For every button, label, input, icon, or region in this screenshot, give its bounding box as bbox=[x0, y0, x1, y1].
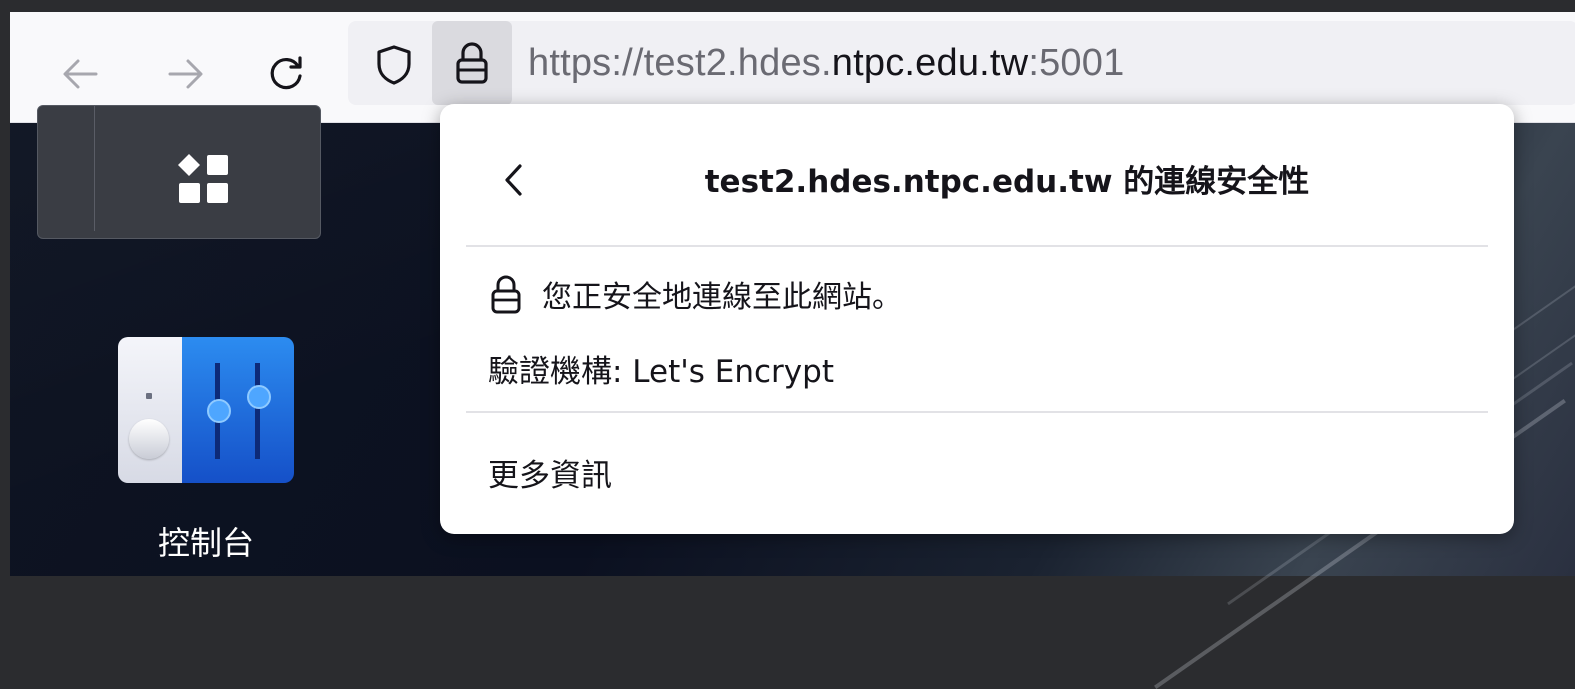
back-button[interactable] bbox=[50, 44, 110, 104]
app-grid-icon bbox=[178, 154, 228, 203]
forward-button[interactable] bbox=[156, 44, 216, 104]
control-panel-label[interactable]: 控制台 bbox=[118, 518, 294, 564]
tracking-protection-button[interactable] bbox=[366, 37, 422, 93]
site-security-popup: test2.hdes.ntpc.edu.tw 的連線安全性 您正安全地連線至此網… bbox=[440, 104, 1514, 534]
window-frame-top bbox=[0, 0, 1575, 12]
popup-back-button[interactable] bbox=[488, 152, 538, 208]
desktop-widget-panel[interactable] bbox=[37, 105, 321, 239]
arrow-left-icon bbox=[63, 59, 98, 89]
reload-button[interactable] bbox=[256, 44, 316, 104]
widget-divider bbox=[94, 106, 95, 231]
site-security-button[interactable] bbox=[432, 21, 512, 105]
shield-icon bbox=[377, 45, 411, 85]
secure-connection-text: 您正安全地連線至此網站。 bbox=[542, 280, 902, 315]
lock-icon bbox=[456, 42, 488, 84]
url-suffix: :5001 bbox=[1028, 42, 1125, 84]
window-frame-left bbox=[0, 0, 10, 576]
reload-icon bbox=[270, 56, 302, 90]
popup-divider bbox=[466, 411, 1488, 413]
url-prefix: https://test2.hdes. bbox=[528, 42, 832, 84]
secure-connection-row: 您正安全地連線至此網站。 bbox=[488, 272, 902, 316]
control-panel-icon[interactable] bbox=[118, 337, 294, 483]
url-text[interactable]: https://test2.hdes.ntpc.edu.tw:5001 bbox=[528, 41, 1124, 85]
certificate-issuer-text: 驗證機構: Let's Encrypt bbox=[488, 354, 834, 390]
more-info-button[interactable]: 更多資訊 bbox=[488, 450, 612, 495]
popup-divider bbox=[466, 245, 1488, 247]
chevron-left-icon bbox=[505, 164, 522, 196]
url-bar[interactable]: https://test2.hdes.ntpc.edu.tw:5001 bbox=[348, 21, 1575, 105]
url-host: ntpc.edu.tw bbox=[831, 42, 1029, 84]
arrow-right-icon bbox=[168, 59, 203, 89]
popup-title: test2.hdes.ntpc.edu.tw 的連線安全性 bbox=[704, 164, 1310, 200]
lock-icon bbox=[491, 275, 521, 314]
